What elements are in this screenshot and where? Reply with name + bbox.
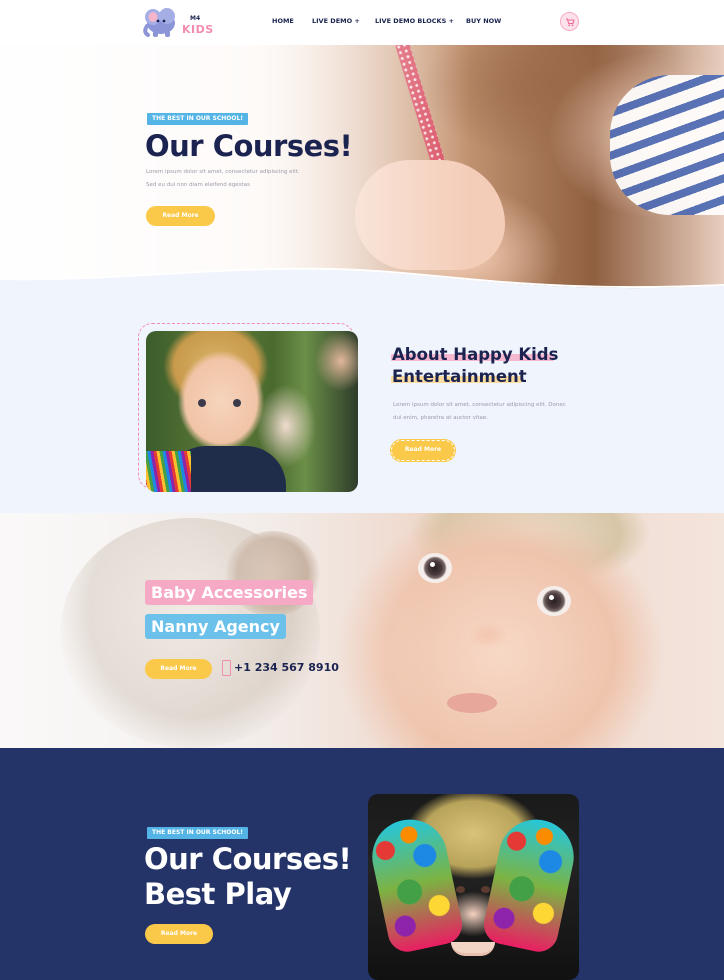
courses-photo-painted-hand-left <box>368 812 466 956</box>
about-section: About Happy Kids Entertainment Lorem ips… <box>0 295 724 513</box>
courses-photo-eye-right <box>481 886 490 893</box>
nav-live-demo-blocks[interactable]: LIVE DEMO BLOCKS + <box>375 17 454 25</box>
phone-icon <box>222 660 231 676</box>
courses-title-line-2: Best Play <box>144 877 292 911</box>
hero-photo-sleeve <box>610 75 724 215</box>
hero-tag: THE BEST IN OUR SCHOOL! <box>147 113 249 125</box>
cart-icon <box>566 18 575 27</box>
courses-photo <box>368 794 579 980</box>
about-photo-crayons <box>146 451 191 492</box>
hero-wave-divider <box>0 267 724 295</box>
about-photo-eyes <box>198 399 206 407</box>
banner-pill-nanny-agency: Nanny Agency <box>145 614 286 639</box>
hero-title: Our Courses! <box>145 129 353 163</box>
nav-live-demo[interactable]: LIVE DEMO + <box>312 17 360 25</box>
courses-tag: THE BEST IN OUR SCHOOL! <box>147 827 249 839</box>
courses-read-more-button[interactable]: Read More <box>145 924 213 944</box>
courses-photo-eye-left <box>456 886 465 893</box>
hero-section: THE BEST IN OUR SCHOOL! Our Courses! Lor… <box>0 45 724 295</box>
cart-button[interactable] <box>560 12 579 31</box>
banner-read-more-button[interactable]: Read More <box>145 659 212 679</box>
about-text-line-2: dui enim, pharetra at auctor vitae. <box>393 415 489 421</box>
banner-phone-number[interactable]: +1 234 567 8910 <box>234 661 339 674</box>
nav-buy-now[interactable]: BUY NOW <box>466 17 501 25</box>
about-photo <box>146 331 358 492</box>
baby-banner-section: Baby Accessories Nanny Agency Read More … <box>0 513 724 748</box>
logo-kids-text: KIDS <box>182 23 214 36</box>
about-read-more-button[interactable]: Read More <box>391 440 455 461</box>
site-header: M4 KIDS HOME LIVE DEMO + LIVE DEMO BLOCK… <box>0 0 724 45</box>
about-title-line-2: Entertainment <box>392 367 527 386</box>
courses-title-line-1: Our Courses! <box>144 842 352 876</box>
banner-pill-baby-accessories: Baby Accessories <box>145 580 314 605</box>
logo[interactable]: M4 KIDS <box>141 6 214 40</box>
elephant-icon <box>143 8 175 37</box>
hero-read-more-button[interactable]: Read More <box>146 206 215 226</box>
banner-photo-baby-eye-right <box>537 586 571 616</box>
courses-photo-smile <box>451 942 495 956</box>
about-text-line-1: Lorem ipsum dolor sit amet, consectetur … <box>393 402 566 408</box>
nav-home[interactable]: HOME <box>272 17 294 25</box>
about-title-line-1: About Happy Kids <box>392 345 559 364</box>
banner-photo-baby-nose <box>468 621 508 649</box>
courses-section: THE BEST IN OUR SCHOOL! Our Courses! Bes… <box>0 748 724 980</box>
hero-text-line-1: Lorem ipsum dolor sit amet, consectetur … <box>146 169 300 175</box>
hero-text-line-2: Sed eu dui non diam eleifend egestas <box>146 182 250 188</box>
logo-m4-text: M4 <box>190 15 201 22</box>
banner-photo-baby-mouth <box>447 693 497 713</box>
courses-photo-painted-hand-right <box>480 812 579 956</box>
